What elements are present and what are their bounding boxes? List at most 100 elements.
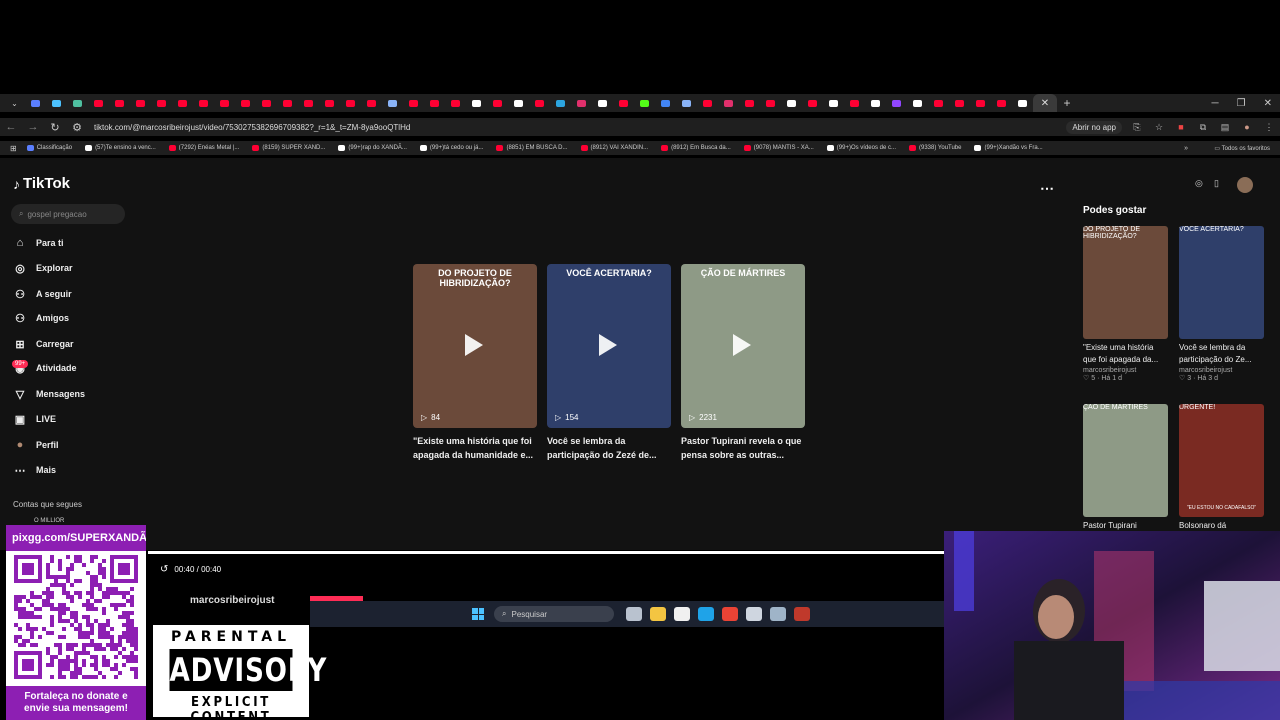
play-icon[interactable]	[465, 334, 483, 356]
browser-tab[interactable]	[634, 95, 655, 111]
browser-tab[interactable]	[277, 95, 298, 111]
taskbar-app-icon[interactable]	[722, 607, 738, 621]
browser-tab[interactable]	[802, 95, 823, 111]
video-progress-bar[interactable]	[148, 551, 944, 554]
recommended-thumbnail[interactable]: DO PROJETO DE HIBRIDIZAÇÃO?	[1083, 226, 1168, 339]
video-author[interactable]: marcosribeirojust	[190, 595, 274, 606]
taskbar-app-icon[interactable]	[626, 607, 642, 621]
browser-tab[interactable]	[844, 95, 865, 111]
compass-top-icon[interactable]: ◎	[1195, 178, 1203, 189]
browser-tab[interactable]	[907, 95, 928, 111]
url-field[interactable]: tiktok.com/@marcosribeirojust/video/7530…	[94, 123, 1066, 132]
browser-tab[interactable]	[319, 95, 340, 111]
recommended-author[interactable]: marcosribeirojust	[1083, 367, 1168, 374]
minimize-icon[interactable]: ─	[1212, 98, 1219, 109]
bookmark-star-icon[interactable]: ☆	[1148, 122, 1170, 133]
bookmark-item[interactable]: (8912) VAI XANDIN...	[580, 145, 648, 151]
browser-tab[interactable]	[214, 95, 235, 111]
browser-tab[interactable]	[298, 95, 319, 111]
browser-tab[interactable]	[970, 95, 991, 111]
browser-tab[interactable]	[655, 95, 676, 111]
sidebar-item-a-seguir[interactable]: ⚇ A seguir	[13, 284, 72, 304]
recommended-card[interactable]: DO PROJETO DE HIBRIDIZAÇÃO? "Existe uma h…	[1083, 226, 1168, 382]
sidebar-item-mais[interactable]: ⋯ Mais	[13, 460, 57, 480]
sidebar-item-carregar[interactable]: ⊞ Carregar	[13, 334, 73, 354]
browser-tab[interactable]	[928, 95, 949, 111]
sidebar-item-para-ti[interactable]: ⌂ Para ti	[13, 233, 64, 253]
sidebar-item-amigos[interactable]: ⚇ Amigos	[13, 308, 69, 328]
device-icon[interactable]: ▯	[1214, 178, 1219, 189]
close-icon[interactable]: ✕	[1041, 98, 1049, 109]
tab-list-button[interactable]: ⌄	[4, 95, 25, 111]
browser-tab[interactable]	[403, 95, 424, 111]
browser-tab[interactable]	[697, 95, 718, 111]
video-thumbnail[interactable]: ÇÃO DE MÁRTIRES ▷ 2231	[681, 264, 805, 428]
sidebar-icon[interactable]: ▤	[1214, 122, 1236, 133]
video-card[interactable]: ÇÃO DE MÁRTIRES ▷ 2231 Pastor Tupirani reve…	[681, 264, 805, 462]
browser-tab[interactable]	[781, 95, 802, 111]
browser-tab[interactable]	[67, 95, 88, 111]
browser-tab[interactable]	[886, 95, 907, 111]
recommended-caption[interactable]: "Existe uma história que foi apagada da..…	[1083, 342, 1168, 366]
avatar[interactable]	[1237, 177, 1253, 193]
recommended-thumbnail[interactable]: URGENTE! "EU ESTOU NO CADAFALSO"	[1179, 404, 1264, 517]
browser-tab[interactable]	[445, 95, 466, 111]
taskbar-search-input[interactable]: ⌕ Pesquisar	[494, 606, 614, 622]
browser-tab[interactable]	[718, 95, 739, 111]
browser-tab[interactable]	[487, 95, 508, 111]
taskbar-app-icon[interactable]	[746, 607, 762, 621]
bookmark-item[interactable]: (99+)tá cedo ou já...	[419, 145, 483, 151]
play-icon[interactable]	[733, 334, 751, 356]
browser-tab[interactable]	[949, 95, 970, 111]
browser-tab[interactable]	[46, 95, 67, 111]
bookmark-item[interactable]: (99+)Os vídeos de c...	[826, 145, 896, 151]
recommended-caption[interactable]: Você se lembra da participação do Ze...	[1179, 342, 1264, 366]
video-caption[interactable]: Pastor Tupirani revela o que pensa sobre …	[681, 434, 805, 462]
browser-tab[interactable]	[1012, 95, 1033, 111]
all-bookmarks-button[interactable]: ▭ Todos os favoritos	[1214, 145, 1270, 152]
taskbar-app-icon[interactable]	[650, 607, 666, 621]
video-card[interactable]: DO PROJETO DE HIBRIDIZAÇÃO? ▷ 84 "Existe um…	[413, 264, 537, 462]
browser-tab[interactable]	[130, 95, 151, 111]
maximize-icon[interactable]: ❐	[1237, 98, 1246, 109]
search-input[interactable]: ⌕ gospel pregacao	[11, 204, 125, 224]
bookmark-item[interactable]: (8159) SUPER XAND...	[252, 145, 325, 151]
browser-tab[interactable]	[256, 95, 277, 111]
video-caption[interactable]: "Existe uma história que foi apagada da h…	[413, 434, 537, 462]
taskbar-app-icon[interactable]	[674, 607, 690, 621]
replay-icon[interactable]: ↺	[160, 564, 168, 575]
browser-tab[interactable]	[172, 95, 193, 111]
new-tab-button[interactable]: +	[1057, 96, 1077, 110]
bookmark-item[interactable]: (99+)Xandão vs Fra...	[974, 145, 1043, 151]
sidebar-item-mensagens[interactable]: ▽ Mensagens	[13, 384, 85, 404]
apps-icon[interactable]: ⊞	[10, 144, 17, 153]
browser-tab[interactable]	[823, 95, 844, 111]
back-icon[interactable]: ←	[0, 121, 22, 133]
bookmark-item[interactable]: (99+)rap do XANDÃ...	[338, 145, 407, 151]
browser-tab[interactable]	[508, 95, 529, 111]
active-tab[interactable]: ✕	[1033, 94, 1057, 112]
browser-tab[interactable]	[991, 95, 1012, 111]
browser-tab[interactable]	[865, 95, 886, 111]
browser-tab[interactable]	[760, 95, 781, 111]
browser-tab[interactable]	[739, 95, 760, 111]
play-icon[interactable]	[599, 334, 617, 356]
taskbar-app-icon[interactable]	[794, 607, 810, 621]
browser-tab[interactable]	[592, 95, 613, 111]
recommended-card[interactable]: ÇÃO DE MÁRTIRES Pastor Tupirani	[1083, 404, 1168, 532]
browser-tab[interactable]	[151, 95, 172, 111]
browser-tab[interactable]	[550, 95, 571, 111]
bookmark-item[interactable]: (57)Te ensino a venc...	[85, 145, 156, 151]
browser-tab[interactable]	[529, 95, 550, 111]
recommended-thumbnail[interactable]: VOCÊ ACERTARIA?	[1179, 226, 1264, 339]
browser-tab[interactable]	[109, 95, 130, 111]
browser-tab[interactable]	[466, 95, 487, 111]
windows-start-icon[interactable]	[472, 608, 484, 620]
bookmark-item[interactable]: (7292) Enéas Metal |...	[168, 145, 239, 151]
browser-tab[interactable]	[340, 95, 361, 111]
browser-tab[interactable]	[571, 95, 592, 111]
recommended-card[interactable]: VOCÊ ACERTARIA? Você se lembra da particip…	[1179, 226, 1264, 382]
recommended-thumbnail[interactable]: ÇÃO DE MÁRTIRES	[1083, 404, 1168, 517]
bookmark-item[interactable]: (8851) EM BUSCA D...	[496, 145, 568, 151]
extensions-puzzle-icon[interactable]: ⧉	[1192, 122, 1214, 133]
